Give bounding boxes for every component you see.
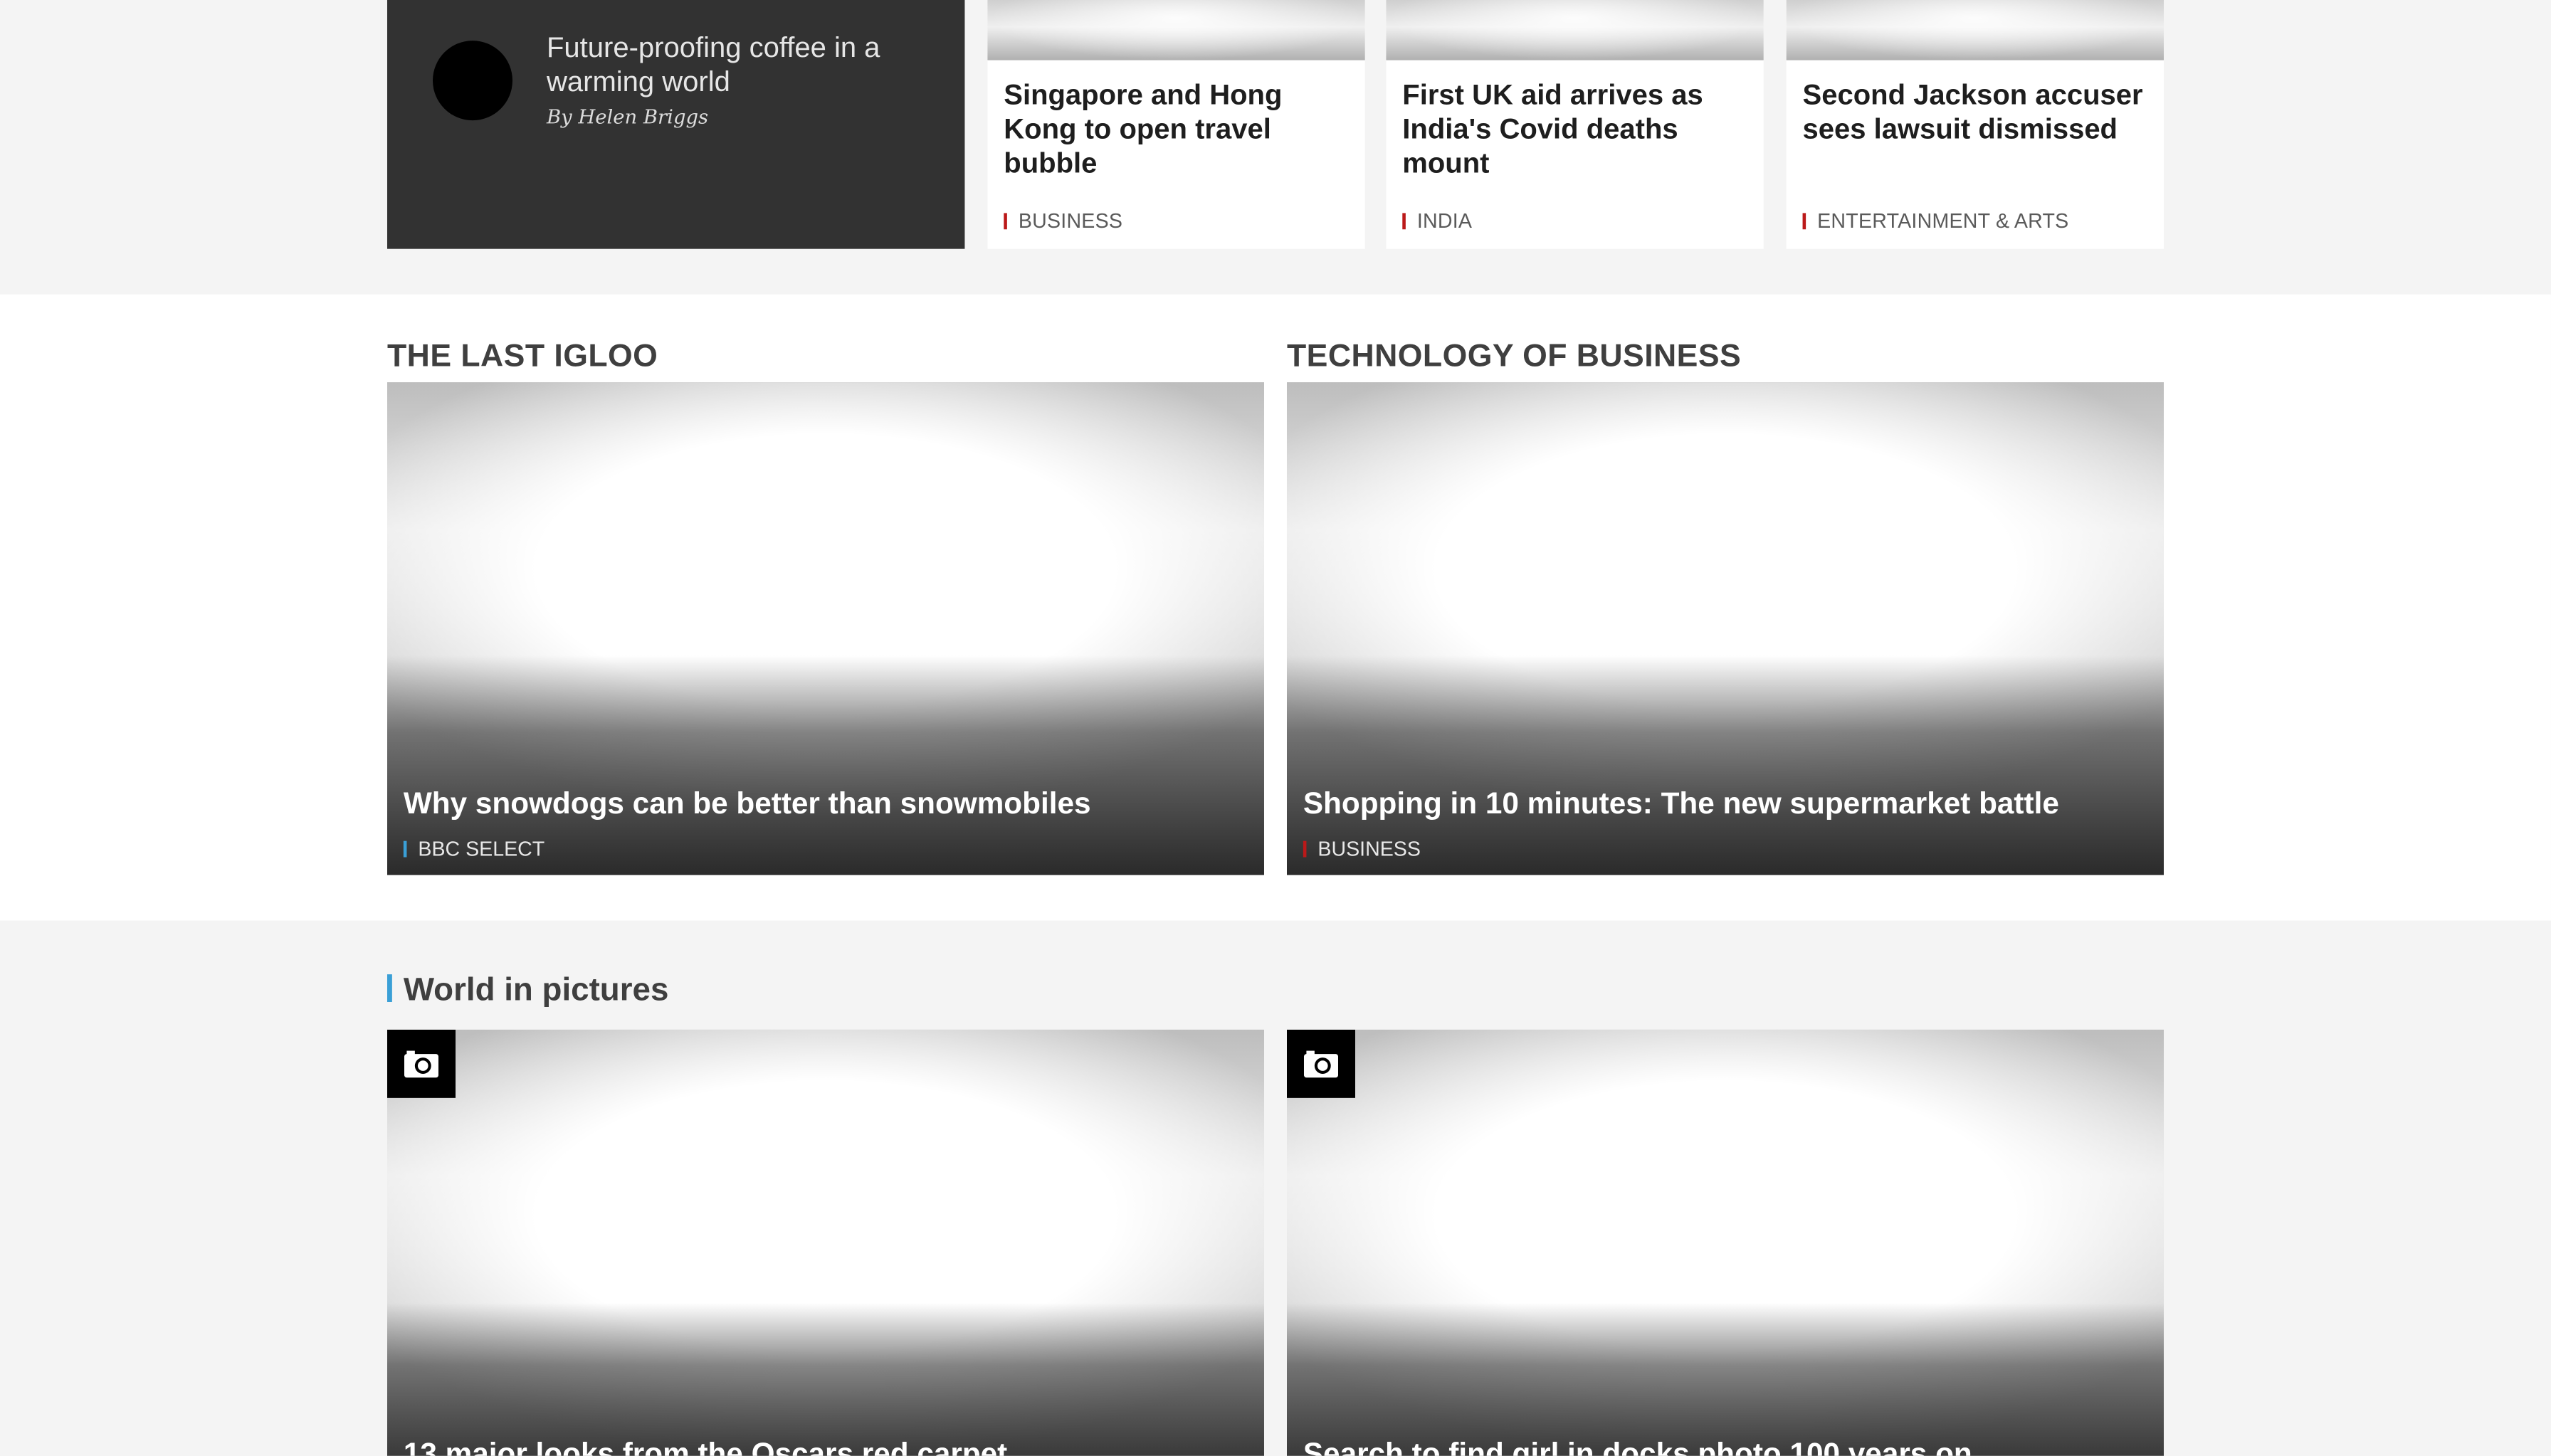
camera-icon [386, 1029, 456, 1098]
feature-title[interactable]: Why snowdogs can be better than snowmobi… [404, 786, 1091, 821]
story-card[interactable]: Second Jackson accuser sees lawsuit dism… [1786, 0, 2164, 249]
story-thumbnail[interactable] [987, 0, 1365, 60]
picture-card[interactable]: Search to find girl in docks photo 100 y… [1286, 1029, 2164, 1456]
story-title[interactable]: Second Jackson accuser sees lawsuit dism… [1803, 78, 2152, 147]
story-thumbnail[interactable] [1386, 0, 1764, 60]
podcast-author: By Helen Briggs [546, 105, 709, 129]
podcast-title[interactable]: Future-proofing coffee in a warming worl… [547, 31, 921, 99]
story-title[interactable]: First UK aid arrives as India's Covid de… [1402, 78, 1752, 181]
picture-title[interactable]: 13 major looks from the Oscars red carpe… [404, 1436, 1007, 1455]
story-card[interactable]: First UK aid arrives as India's Covid de… [1386, 0, 1764, 249]
section-heading-last-igloo[interactable]: THE LAST IGLOO [387, 338, 658, 376]
section-tag[interactable]: BBC SELECT [403, 838, 545, 860]
section-tag[interactable]: BUSINESS [1303, 838, 1421, 860]
section-heading-world-in-pictures[interactable]: World in pictures [386, 973, 668, 1011]
camera-icon [1286, 1029, 1355, 1098]
story-title[interactable]: Singapore and Hong Kong to open travel b… [1004, 78, 1353, 181]
top-stories-row: Future-proofing coffee in a warming worl… [0, 0, 2551, 295]
feature-card[interactable]: Why snowdogs can be better than snowmobi… [386, 382, 1264, 875]
story-card[interactable]: Singapore and Hong Kong to open travel b… [987, 0, 1365, 249]
feature-card[interactable]: Shopping in 10 minutes: The new supermar… [1286, 382, 2164, 875]
story-thumbnail[interactable] [1786, 0, 2164, 60]
section-tag[interactable]: INDIA [1402, 210, 1472, 233]
section-heading-technology-of-business[interactable]: TECHNOLOGY OF BUSINESS [1287, 338, 1741, 376]
podcast-promo[interactable]: Future-proofing coffee in a warming worl… [386, 0, 965, 249]
picture-card[interactable]: 13 major looks from the Oscars red carpe… [386, 1029, 1264, 1456]
world-in-pictures-section: World in pictures 13 major looks from th… [0, 920, 2551, 1456]
author-avatar [432, 41, 512, 121]
page: Future-proofing coffee in a warming worl… [0, 0, 2551, 1456]
section-tag[interactable]: BUSINESS [1004, 210, 1122, 233]
feature-title[interactable]: Shopping in 10 minutes: The new supermar… [1303, 786, 2059, 821]
section-tag[interactable]: ENTERTAINMENT & ARTS [1802, 210, 2069, 233]
features-band: THE LAST IGLOO TECHNOLOGY OF BUSINESS Wh… [0, 294, 2551, 921]
picture-title[interactable]: Search to find girl in docks photo 100 y… [1303, 1436, 1972, 1455]
